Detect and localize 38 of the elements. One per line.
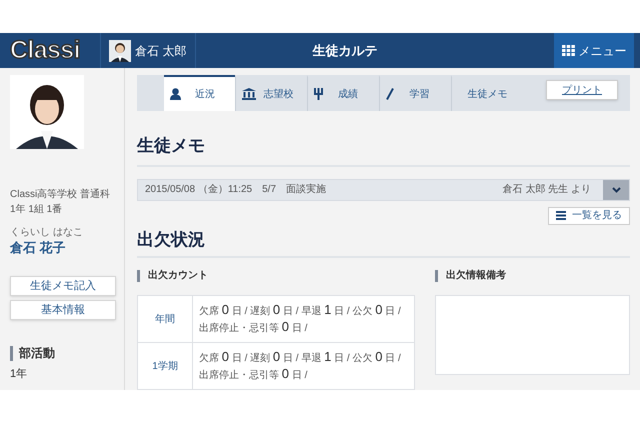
pencil-icon: [386, 88, 394, 100]
name-reading: くらいし はなこ: [10, 226, 84, 240]
sidebar-button[interactable]: 基本情報: [10, 300, 116, 320]
tab[interactable]: 生徒メモ: [451, 75, 523, 111]
subsection-heading: 出欠カウント: [148, 268, 208, 283]
grid-icon: [562, 45, 574, 56]
notes-field[interactable]: [435, 295, 630, 375]
menu-button[interactable]: メニュー: [554, 33, 634, 68]
memo-text: 5/7 面談実施: [262, 182, 326, 198]
chevron-down-icon: [612, 186, 620, 193]
student-name: 倉石 花子: [10, 240, 67, 256]
print-button[interactable]: プリント: [546, 80, 618, 100]
period-label: 年間: [155, 312, 175, 326]
period-label: 1学期: [152, 360, 178, 374]
memo-date: 2015/05/08 （金）11:25: [145, 183, 252, 198]
person-icon: [170, 88, 181, 100]
page-title: 生徒カルテ: [312, 42, 378, 60]
logo: Classi: [10, 38, 80, 63]
memo-author: 倉石 太郎 先生 より: [502, 182, 591, 198]
school-name: Classi高等学校 普通科: [10, 188, 112, 202]
club-year: 1年: [10, 367, 28, 382]
section-heading: 出欠状況: [137, 226, 630, 258]
user-name[interactable]: 倉石 太郎: [135, 42, 186, 60]
sidebar-button[interactable]: 生徒メモ記入: [10, 276, 116, 296]
attendance-counts: 欠席 0 日 / 遅刻 0 日 / 早退 1 日 / 公欠 0 日 / 出席停止・忌引等 0 日 /: [199, 302, 402, 336]
tab[interactable]: 学習: [379, 75, 451, 111]
list-button[interactable]: 一覧を見る: [548, 207, 630, 224]
class-number: 1年 1組 1番: [10, 202, 64, 217]
list-icon: [556, 211, 566, 220]
expand-button[interactable]: [603, 180, 629, 200]
tab[interactable]: 近況: [164, 75, 235, 111]
subsection-heading: 出欠情報備考: [446, 268, 506, 283]
tab[interactable]: 成績: [307, 75, 379, 111]
section-heading: 部活動: [19, 345, 55, 362]
tab[interactable]: 志望校: [235, 75, 307, 111]
building-icon: [242, 88, 256, 100]
attendance-counts: 欠席 0 日 / 遅刻 0 日 / 早退 1 日 / 公欠 0 日 / 出席停止・忌引等 0 日 /: [199, 349, 402, 383]
section-heading: 生徒メモ: [137, 133, 630, 166]
